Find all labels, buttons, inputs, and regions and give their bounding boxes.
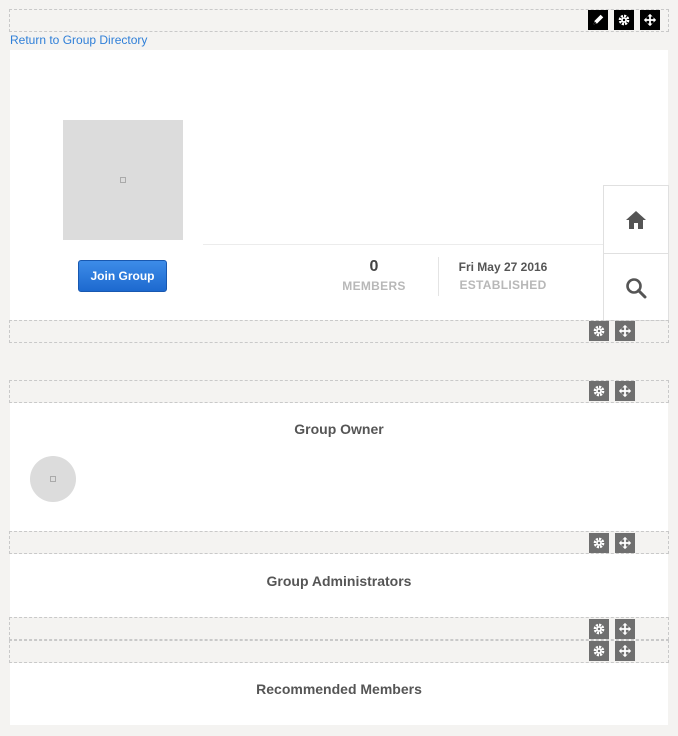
group-administrators-title: Group Administrators [266,573,412,589]
home-icon [626,210,646,229]
settings-button[interactable] [589,533,609,553]
home-nav-button[interactable] [604,186,668,253]
members-count: 0 [369,258,379,275]
search-nav-button[interactable] [604,253,668,321]
edit-button[interactable] [588,10,608,30]
gear-icon [618,14,630,26]
gear-icon [593,537,605,549]
move-arrows-icon [643,13,657,27]
group-avatar [63,120,183,240]
settings-button[interactable] [614,10,634,30]
stat-separator [438,257,439,296]
settings-button[interactable] [589,641,609,661]
members-label: MEMBERS [342,279,406,293]
top-toolbar [588,10,660,30]
module-toolbar-strip [9,640,669,663]
image-placeholder-icon [120,177,126,183]
recommended-members-title: Recommended Members [256,681,422,697]
settings-button[interactable] [589,381,609,401]
move-arrows-icon [618,644,632,658]
move-button[interactable] [615,533,635,553]
group-owner-title: Group Owner [294,421,384,437]
gear-icon [593,385,605,397]
established-stat: Fri May 27 2016 ESTABLISHED [443,260,563,292]
module-toolbar-strip [9,320,669,343]
established-label: ESTABLISHED [459,278,547,292]
module-toolbar [589,381,635,401]
move-button[interactable] [615,641,635,661]
move-button[interactable] [640,10,660,30]
move-button[interactable] [615,321,635,341]
pencil-icon [593,14,604,25]
module-toolbar-strip [9,380,669,403]
module-toolbar [589,321,635,341]
move-arrows-icon [618,324,632,338]
move-button[interactable] [615,619,635,639]
module-toolbar [589,533,635,553]
gear-icon [593,645,605,657]
move-arrows-icon [618,622,632,636]
return-to-directory-link[interactable]: Return to Group Directory [10,33,147,47]
header-divider [203,244,603,245]
gear-icon [593,623,605,635]
module-toolbar [589,619,635,639]
move-arrows-icon [618,536,632,550]
module-toolbar [589,641,635,661]
settings-button[interactable] [589,619,609,639]
join-group-button[interactable]: Join Group [78,260,167,292]
settings-button[interactable] [589,321,609,341]
owner-avatar[interactable] [30,456,76,502]
move-arrows-icon [618,384,632,398]
established-date: Fri May 27 2016 [458,260,548,274]
side-navigation [603,185,669,321]
move-button[interactable] [615,381,635,401]
gear-icon [593,325,605,337]
module-toolbar-strip [9,531,669,554]
module-toolbar-strip [9,617,669,640]
image-placeholder-icon [50,476,56,482]
search-icon [626,277,647,298]
top-toolbar-strip [9,9,669,32]
members-stat: 0 MEMBERS [320,258,428,293]
